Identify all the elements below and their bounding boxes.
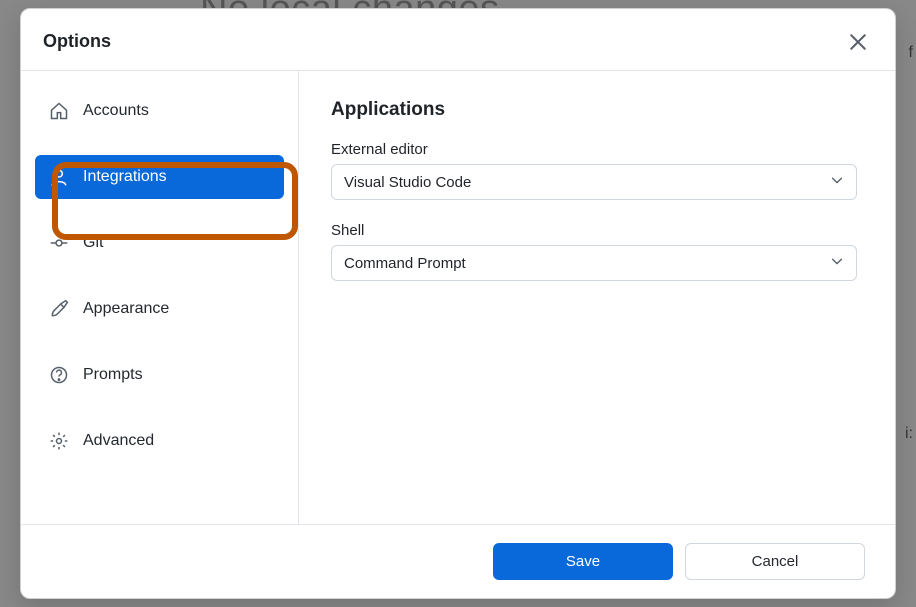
shell-label: Shell [331,222,857,239]
external-editor-label: External editor [331,141,857,158]
chevron-down-icon [830,254,844,272]
section-title: Applications [331,99,857,121]
dialog-body: Accounts Integrations Git Appearance [21,71,895,525]
cancel-button[interactable]: Cancel [685,543,865,580]
sidebar-item-label: Advanced [83,432,154,450]
sidebar-item-prompts[interactable]: Prompts [35,353,284,397]
question-icon [49,365,69,385]
dialog-title: Options [43,31,111,52]
sidebar-item-accounts[interactable]: Accounts [35,89,284,133]
save-button[interactable]: Save [493,543,673,580]
sidebar-item-label: Prompts [83,366,143,384]
select-value: Visual Studio Code [344,174,471,191]
gear-icon [49,431,69,451]
person-icon [49,167,69,187]
close-button[interactable] [849,33,867,51]
sidebar-item-label: Integrations [83,168,167,186]
external-editor-select[interactable]: Visual Studio Code [331,164,857,200]
dialog-footer: Save Cancel [21,525,895,598]
sidebar-item-integrations[interactable]: Integrations [35,155,284,199]
shell-select[interactable]: Command Prompt [331,245,857,281]
sidebar: Accounts Integrations Git Appearance [21,71,299,524]
background-fragment: f [909,44,913,62]
options-dialog: Options Accounts Integrations [20,8,896,599]
sidebar-item-advanced[interactable]: Advanced [35,419,284,463]
sidebar-item-git[interactable]: Git [35,221,284,265]
content-panel: Applications External editor Visual Stud… [299,71,895,524]
chevron-down-icon [830,173,844,191]
dialog-header: Options [21,9,895,71]
brush-icon [49,299,69,319]
sidebar-item-label: Git [83,234,103,252]
sidebar-item-label: Appearance [83,300,169,318]
select-value: Command Prompt [344,255,466,272]
sidebar-item-appearance[interactable]: Appearance [35,287,284,331]
close-icon [849,33,867,51]
background-fragment: i: [905,425,913,443]
home-icon [49,101,69,121]
commit-icon [49,233,69,253]
sidebar-item-label: Accounts [83,102,149,120]
